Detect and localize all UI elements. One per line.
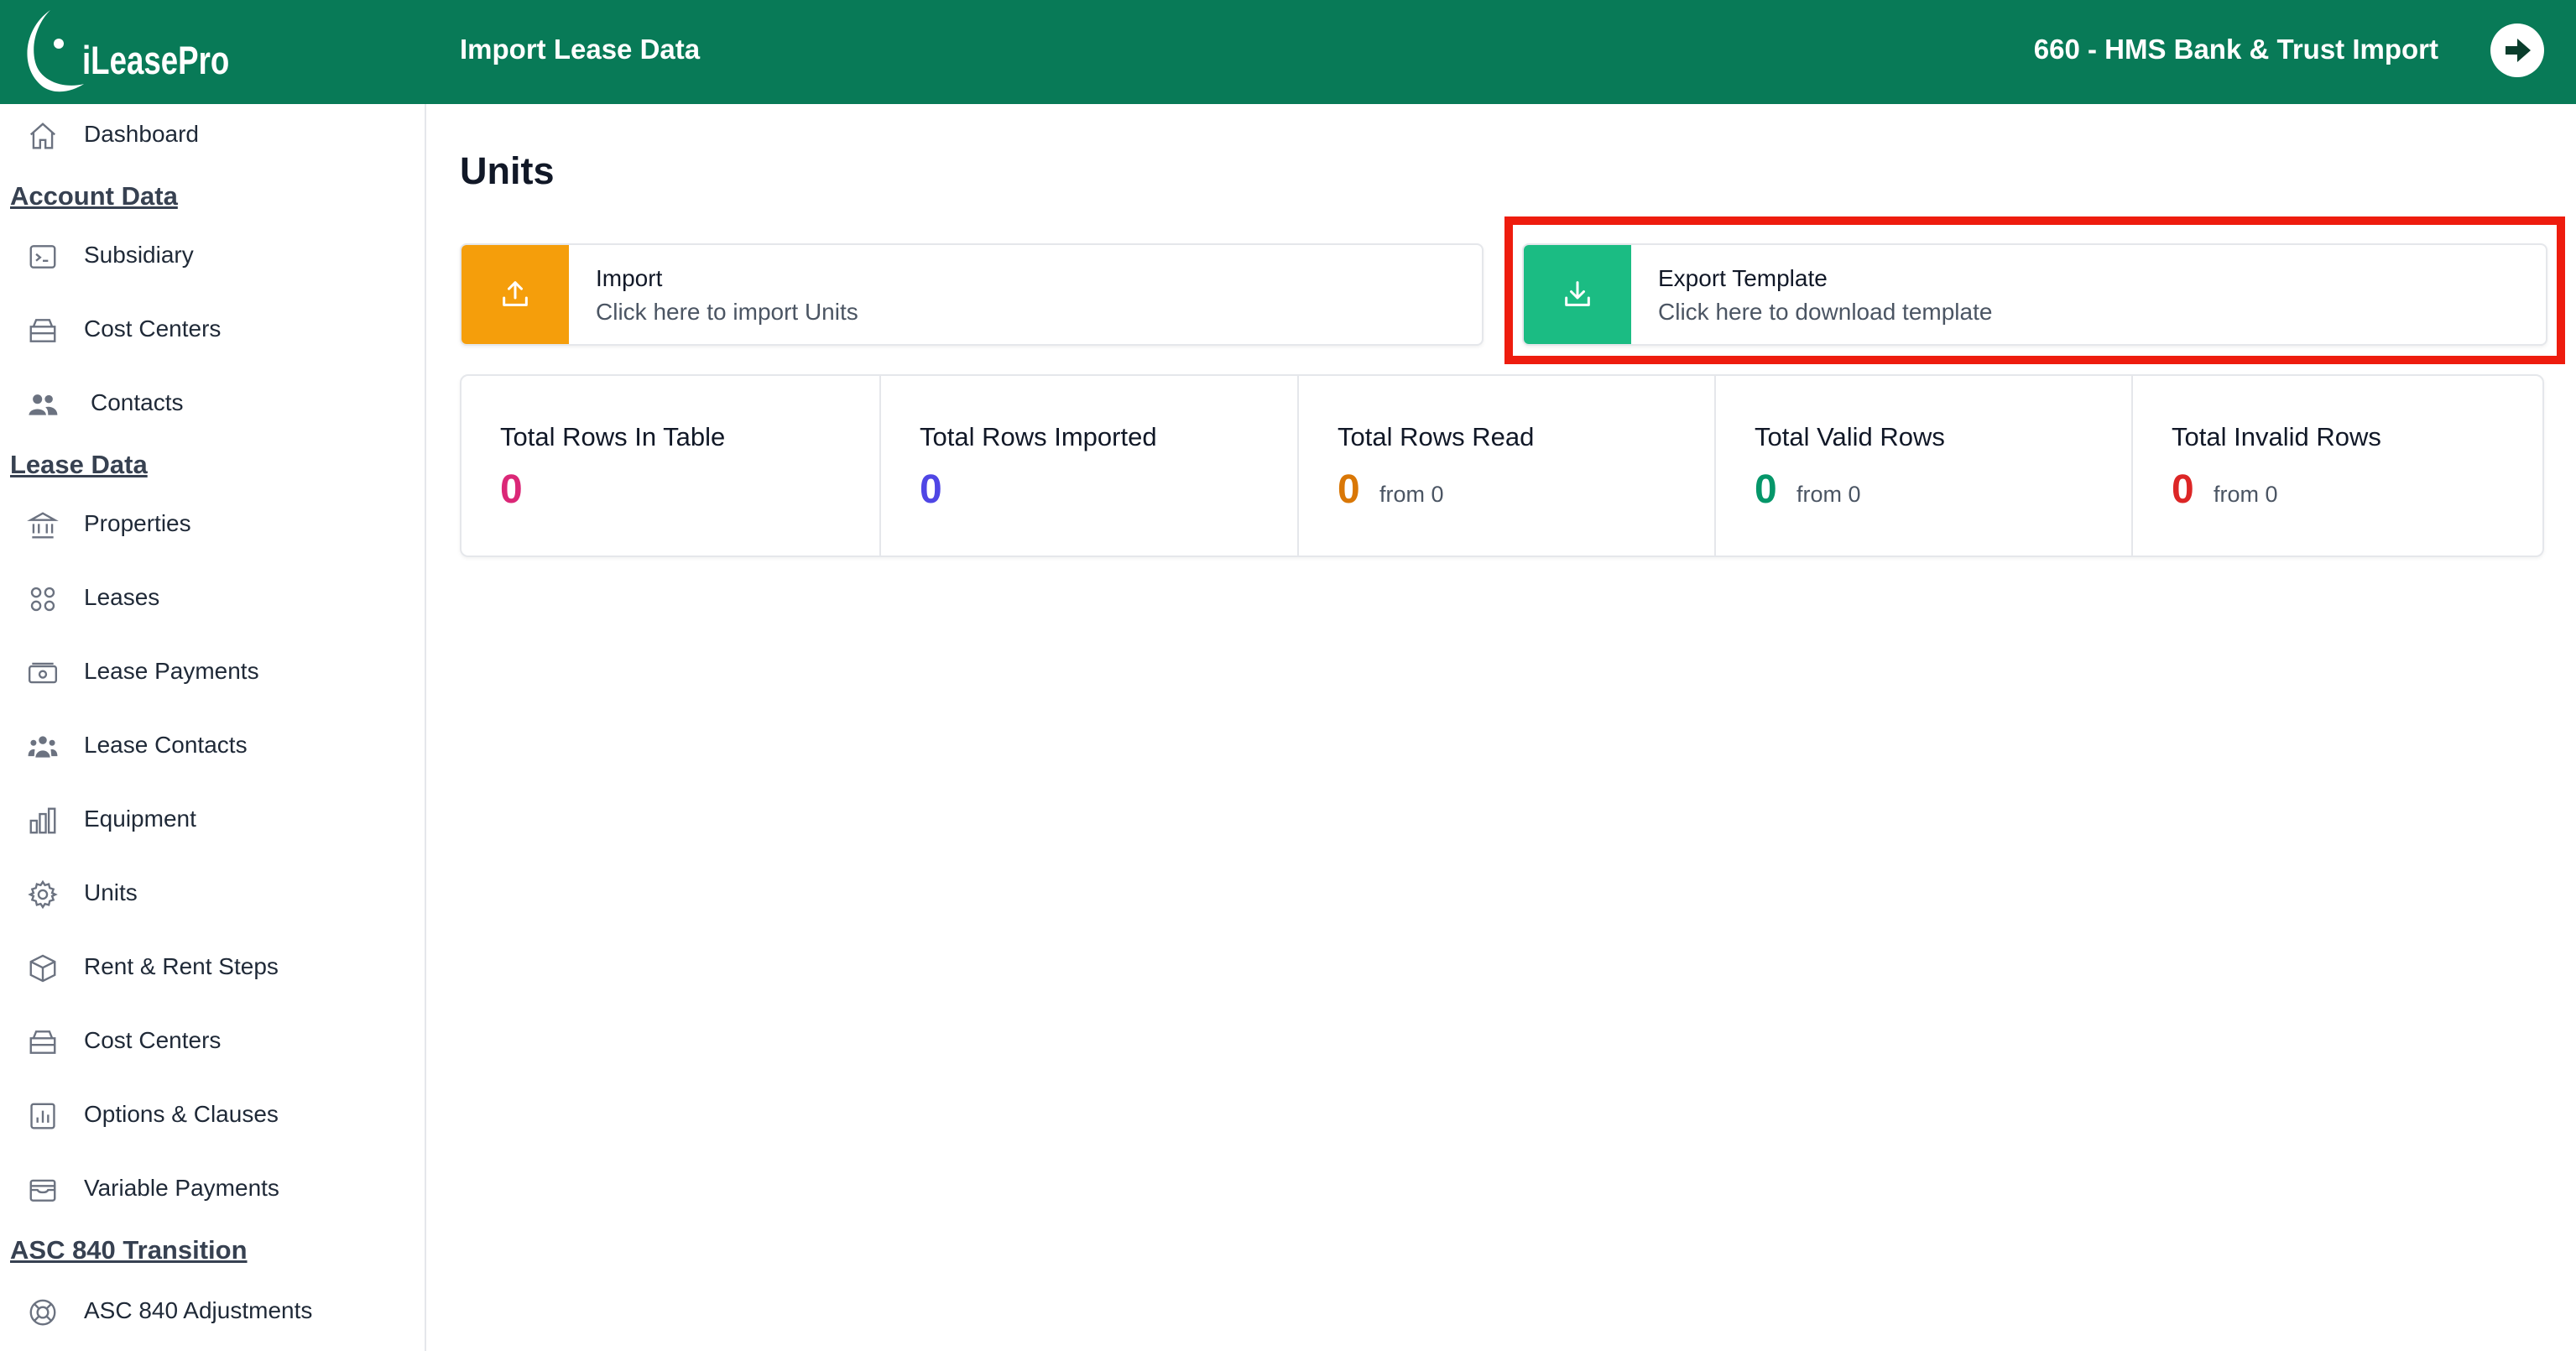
sidebar-item-lease-payments[interactable]: Lease Payments xyxy=(0,643,425,702)
stat-from: from 0 xyxy=(1379,482,1444,507)
stat-label: Total Rows Read xyxy=(1338,422,1535,451)
sidebar-item-properties[interactable]: Properties xyxy=(0,495,425,554)
import-card-subtitle: Click here to import Units xyxy=(596,299,858,325)
section-asc840-transition[interactable]: ASC 840 Transition xyxy=(10,1235,248,1265)
presentation-chart-icon xyxy=(30,1103,55,1129)
section-lease-data[interactable]: Lease Data xyxy=(10,450,148,480)
sidebar-item-options-clauses[interactable]: Options & Clauses xyxy=(0,1086,425,1145)
stat-label: Total Rows In Table xyxy=(500,422,726,451)
sidebar-item-label: ASC 840 Adjustments xyxy=(84,1297,313,1323)
import-card-title: Import xyxy=(596,265,663,291)
import-tile xyxy=(461,245,569,344)
logout-button[interactable] xyxy=(2490,23,2544,77)
logo-text: iLeasePro xyxy=(82,38,230,82)
stat-label: Total Rows Imported xyxy=(920,422,1157,451)
sidebar-item-label: Leases xyxy=(84,584,160,610)
export-card-subtitle: Click here to download template xyxy=(1658,299,1993,325)
stat-value: 0 xyxy=(920,467,942,512)
sidebar-item-contacts[interactable]: Contacts xyxy=(0,374,425,433)
chart-bar-icon xyxy=(29,807,56,834)
import-card[interactable]: Import Click here to import Units xyxy=(460,243,1484,346)
stat-total-rows-imported: Total Rows Imported 0 xyxy=(879,376,1297,556)
stat-total-invalid-rows: Total Invalid Rows 0 from 0 xyxy=(2131,376,2542,556)
sidebar-item-units[interactable]: Units xyxy=(0,864,425,923)
lifebuoy-icon xyxy=(29,1299,56,1326)
export-tile xyxy=(1524,245,1631,344)
stat-value: 0 xyxy=(1755,467,1777,512)
header-title: Import Lease Data xyxy=(460,34,701,65)
sidebar-item-label: Dashboard xyxy=(84,121,199,147)
cube-icon xyxy=(29,954,56,983)
sidebar-item-label: Cost Centers xyxy=(84,1027,222,1053)
page-title: Units xyxy=(460,149,555,192)
sidebar-item-label: Options & Clauses xyxy=(84,1101,279,1127)
logo-mark-icon xyxy=(27,10,84,92)
sidebar-item-subsidiary[interactable]: Subsidiary xyxy=(0,227,425,285)
stat-value: 0 xyxy=(2172,467,2194,512)
stat-from: from 0 xyxy=(1796,482,1861,507)
user-group-icon xyxy=(28,736,58,758)
sidebar-item-dashboard[interactable]: Dashboard xyxy=(0,106,425,164)
stats-panel: Total Rows In Table 0 Total Rows Importe… xyxy=(460,374,2544,557)
banknotes-icon xyxy=(28,662,58,684)
home-icon xyxy=(29,123,56,149)
wallet-icon xyxy=(29,1179,56,1202)
sidebar-item-label: Contacts xyxy=(91,389,184,415)
terminal-icon xyxy=(29,245,56,269)
sidebar-item-leases[interactable]: Leases xyxy=(0,569,425,628)
sidebar-item-label: Units xyxy=(84,879,138,905)
stat-value: 0 xyxy=(1338,467,1360,512)
users-icon xyxy=(29,394,58,415)
export-card-title: Export Template xyxy=(1658,265,1828,291)
sidebar-item-label: Lease Contacts xyxy=(84,732,248,758)
stat-from: from 0 xyxy=(2214,482,2278,507)
sidebar-item-equipment[interactable]: Equipment xyxy=(0,790,425,849)
stat-value: 0 xyxy=(500,467,523,512)
sidebar-item-label: Lease Payments xyxy=(84,658,259,684)
cog-icon xyxy=(28,879,58,910)
sidebar-item-lease-contacts[interactable]: Lease Contacts xyxy=(0,717,425,775)
sidebar-item-label: Rent & Rent Steps xyxy=(84,953,279,979)
sidebar-item-label: Properties xyxy=(84,510,191,536)
sidebar-item-rent-steps[interactable]: Rent & Rent Steps xyxy=(0,938,425,997)
export-template-card[interactable]: Export Template Click here to download t… xyxy=(1522,243,2547,346)
sidebar-item-variable-payments[interactable]: Variable Payments xyxy=(0,1160,425,1218)
grid-circles-icon xyxy=(30,587,55,612)
inbox-stack-icon xyxy=(29,319,56,342)
arrow-right-icon xyxy=(2506,39,2531,62)
stat-label: Total Invalid Rows xyxy=(2172,422,2381,451)
sidebar-item-label: Cost Centers xyxy=(84,316,222,342)
sidebar-item-label: Equipment xyxy=(84,806,196,832)
stat-total-rows-read: Total Rows Read 0 from 0 xyxy=(1297,376,1714,556)
section-account-data[interactable]: Account Data xyxy=(10,181,178,211)
inbox-stack-icon xyxy=(29,1030,56,1054)
top-header: iLeasePro Import Lease Data 660 - HMS Ba… xyxy=(0,0,2576,104)
sidebar: Dashboard Account Data Subsidiary Cost C… xyxy=(0,104,426,1351)
download-icon xyxy=(1565,281,1590,306)
sidebar-item-label: Variable Payments xyxy=(84,1175,279,1201)
sidebar-item-cost-centers-2[interactable]: Cost Centers xyxy=(0,1012,425,1071)
sidebar-item-label: Subsidiary xyxy=(84,242,194,268)
stat-total-rows-in-table: Total Rows In Table 0 xyxy=(461,376,879,556)
sidebar-item-asc840-adjustments[interactable]: ASC 840 Adjustments xyxy=(0,1282,425,1341)
building-library-icon xyxy=(27,512,59,539)
stat-total-valid-rows: Total Valid Rows 0 from 0 xyxy=(1714,376,2131,556)
app-logo[interactable]: iLeasePro xyxy=(22,3,240,96)
stat-label: Total Valid Rows xyxy=(1755,422,1945,451)
sidebar-item-cost-centers[interactable]: Cost Centers xyxy=(0,300,425,359)
upload-icon xyxy=(503,281,528,306)
company-name: 660 - HMS Bank & Trust Import xyxy=(2033,34,2438,65)
